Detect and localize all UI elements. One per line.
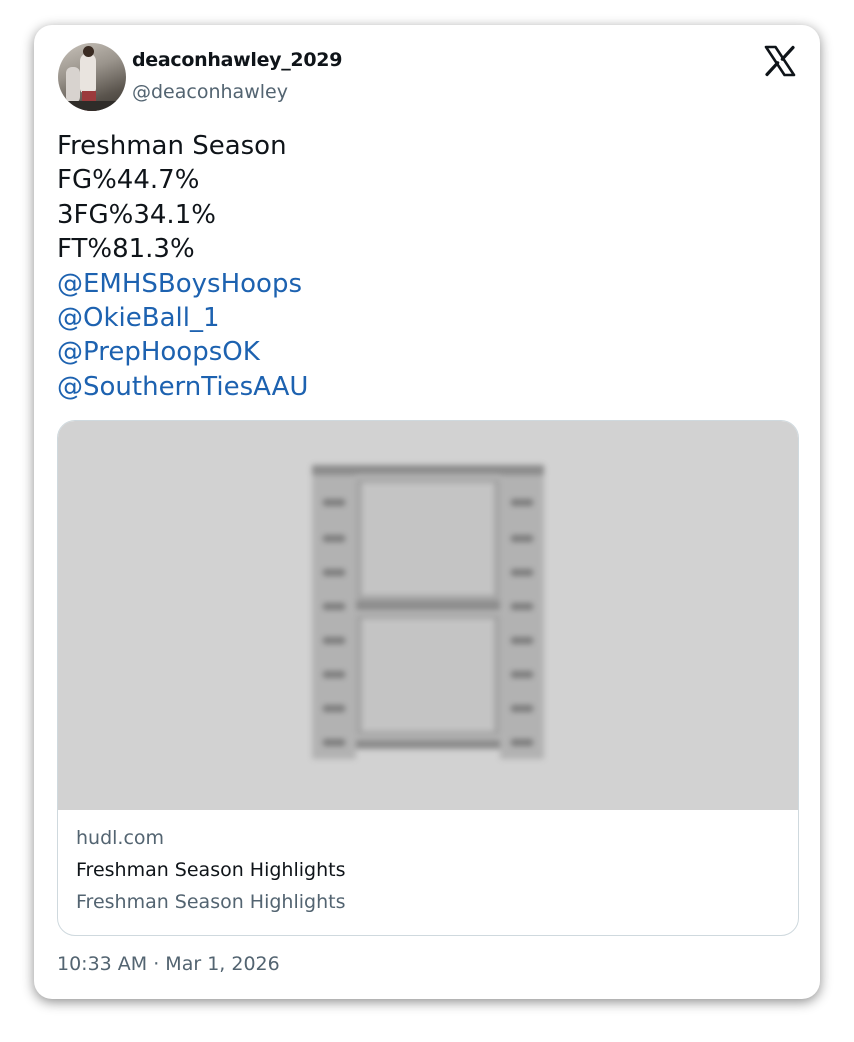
film-strip-icon (312, 465, 544, 761)
link-description: Freshman Season Highlights (76, 891, 346, 913)
avatar-background (58, 101, 126, 111)
link-title: Freshman Season Highlights (76, 859, 346, 881)
mention-link[interactable]: @PrepHoopsOK (57, 335, 797, 369)
tweet-line: FT%81.3% (57, 234, 195, 265)
tweet-line: Freshman Season (57, 131, 287, 161)
x-logo-icon[interactable] (764, 45, 796, 77)
avatar-figure (66, 67, 80, 103)
link-preview-media[interactable] (58, 421, 798, 810)
tweet-card[interactable]: deaconhawley_2029 @deaconhawley Freshman… (34, 25, 820, 999)
avatar[interactable] (58, 43, 126, 111)
tweet-text: Freshman Season FG%44.7% 3FG%34.1% FT%81… (57, 129, 797, 404)
avatar-figure (83, 46, 94, 57)
mention-link[interactable]: @SouthernTiesAAU (57, 370, 797, 404)
tweet-line: 3FG%34.1% (57, 199, 216, 230)
author-name[interactable]: deaconhawley_2029 (132, 49, 342, 71)
tweet-line: FG%44.7% (57, 165, 200, 196)
link-preview-info[interactable]: hudl.com Freshman Season Highlights Fres… (76, 827, 776, 919)
link-preview-card[interactable]: hudl.com Freshman Season Highlights Fres… (57, 420, 799, 936)
mention-link[interactable]: @EMHSBoysHoops (57, 267, 797, 301)
tweet-timestamp[interactable]: 10:33 AM · Mar 1, 2026 (57, 953, 280, 975)
link-domain: hudl.com (76, 827, 165, 849)
avatar-figure (80, 53, 96, 93)
mention-link[interactable]: @OkieBall_1 (57, 301, 797, 335)
author-handle[interactable]: @deaconhawley (132, 81, 288, 103)
